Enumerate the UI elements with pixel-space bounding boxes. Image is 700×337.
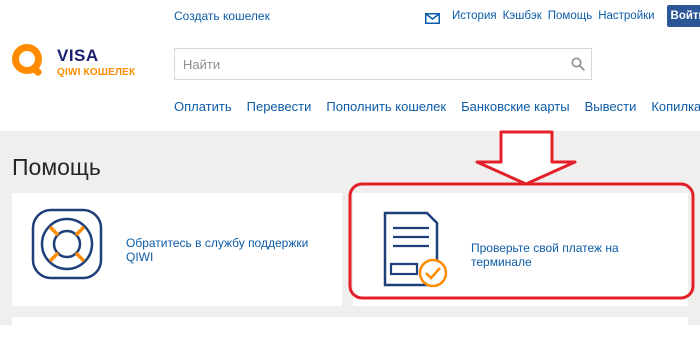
support-card[interactable]: Обратитесь в службу поддержки QIWI — [12, 193, 342, 306]
help-content-area: Помощь Обратитесь в службу поддержки QIW… — [0, 131, 700, 337]
mail-icon[interactable] — [425, 11, 440, 24]
receipt-check-icon — [379, 211, 451, 291]
create-wallet-link[interactable]: Создать кошелек — [174, 9, 270, 23]
nav-piggybank-link[interactable]: Копилка — [651, 99, 700, 114]
nav-transfer-link[interactable]: Перевести — [247, 99, 312, 114]
top-navigation: История Кэшбэк Помощь Настройки Войти — [425, 5, 700, 27]
page-title: Помощь — [12, 154, 101, 180]
search-box — [174, 48, 592, 80]
next-help-card — [12, 317, 688, 337]
logo-qiwi-text: QIWI КОШЕЛЕК — [57, 67, 136, 78]
header: VISA QIWI КОШЕЛЕК Создать кошелек Истори… — [0, 0, 700, 131]
nav-topup-wallet-link[interactable]: Пополнить кошелек — [326, 99, 446, 114]
nav-history-link[interactable]: История — [452, 10, 497, 22]
nav-pay-link[interactable]: Оплатить — [174, 99, 232, 114]
terminal-check-card[interactable]: Проверьте свой платеж на терминале — [353, 193, 688, 306]
login-button[interactable]: Войти — [666, 5, 700, 27]
support-card-link[interactable]: Обратитесь в службу поддержки QIWI — [126, 236, 326, 264]
nav-settings-link[interactable]: Настройки — [598, 10, 654, 22]
nav-help-link[interactable]: Помощь — [548, 10, 592, 22]
lifebuoy-icon — [31, 208, 103, 280]
logo-visa-text: VISA — [57, 46, 99, 65]
nav-bank-cards-link[interactable]: Банковские карты — [461, 99, 570, 114]
qiwi-visa-logo[interactable]: VISA QIWI КОШЕЛЕК — [12, 42, 142, 92]
qiwi-logo-tail — [29, 64, 43, 77]
nav-cashback-link[interactable]: Кэшбэк — [503, 10, 542, 22]
search-input[interactable] — [175, 49, 543, 79]
nav-withdraw-link[interactable]: Вывести — [585, 99, 637, 114]
search-icon[interactable] — [571, 57, 585, 71]
main-navigation: Оплатить Перевести Пополнить кошелек Бан… — [174, 99, 700, 114]
terminal-check-link[interactable]: Проверьте свой платеж на терминале — [471, 241, 681, 269]
